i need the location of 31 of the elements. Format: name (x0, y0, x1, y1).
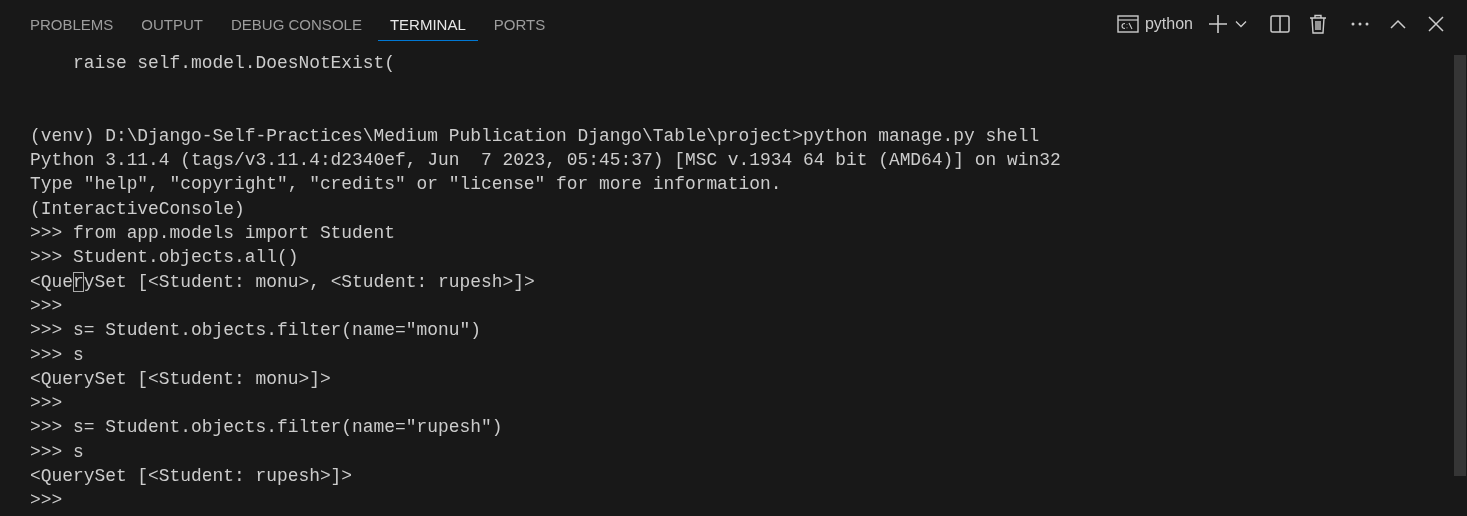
panel-tab[interactable]: TERMINAL (377, 11, 478, 41)
terminal-line: (InteractiveConsole) (30, 198, 245, 219)
chevron-down-icon (1235, 20, 1247, 28)
terminal-line: >>> s= Student.objects.filter(name="monu") (30, 320, 481, 341)
terminal-line: (venv) D:\Django-Self-Practices\Medium Publication Django\Table\project>python manage.py shell (30, 125, 1040, 146)
terminal-line: <QuerySet [<Student: monu>]> (30, 368, 331, 389)
split-icon (1270, 15, 1290, 33)
panel-tab[interactable]: PROBLEMS (18, 11, 126, 41)
terminal-line: Python 3.11.4 (tags/v3.11.4:d2340ef, Jun 7 2023, 05:45:37) [MSC v.1934 64 bit (AMD64)] on win32 (30, 150, 1061, 171)
panel-tab[interactable]: OUTPUT (129, 11, 216, 41)
panel-tab[interactable]: PORTS (481, 11, 558, 41)
terminal-line: >>> (30, 393, 63, 414)
trash-icon (1309, 14, 1327, 34)
scrollbar[interactable] (1454, 55, 1466, 476)
chevron-up-icon (1390, 19, 1406, 29)
close-icon (1428, 16, 1444, 32)
terminal-line: >>> (30, 490, 63, 511)
more-icon (1351, 22, 1369, 26)
terminal-line: Type "help", "copyright", "credits" or "license" for more information. (30, 174, 782, 195)
terminal-line: >>> Student.objects.all() (30, 247, 299, 268)
terminal-line: >>> s (30, 344, 84, 365)
terminal-line: >>> (30, 295, 63, 316)
terminal-profile-button[interactable]: python (1114, 11, 1195, 37)
terminal-line: >>> from app.models import Student (30, 223, 396, 244)
panel-tab[interactable]: DEBUG CONSOLE (219, 11, 374, 41)
terminal-line: >>> s (30, 441, 84, 462)
plus-icon (1208, 14, 1228, 34)
terminal-icon (1116, 15, 1139, 33)
terminal-line: >>> s= Student.objects.filter(name="rupesh") (30, 417, 503, 438)
terminal-line: <QuerySet [<Student: rupesh>]> (30, 466, 353, 487)
terminal-line: raise self.model.DoesNotExist( (71, 53, 396, 73)
